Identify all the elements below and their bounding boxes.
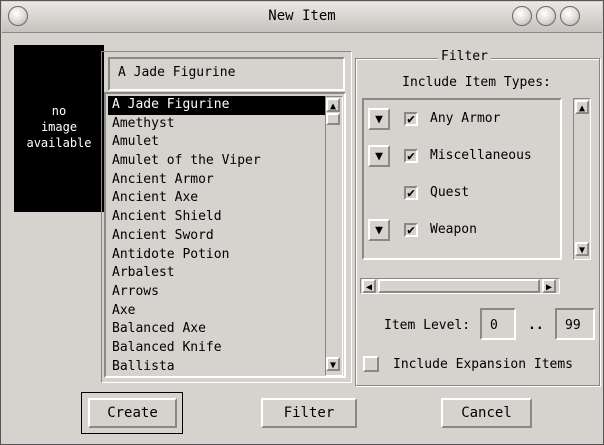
list-item[interactable]: Ancient Sword: [108, 227, 326, 246]
minimize-button[interactable]: [512, 6, 532, 26]
item-list-scrollbar[interactable]: ▲ ▼: [325, 96, 343, 376]
list-item[interactable]: Ancient Armor: [108, 171, 326, 190]
scroll-up-arrow-icon[interactable]: ▲: [326, 98, 340, 112]
filter-button[interactable]: Filter: [261, 398, 357, 428]
list-item[interactable]: Amethyst: [108, 115, 326, 134]
maximize-button[interactable]: [536, 6, 556, 26]
type-label: Miscellaneous: [430, 148, 532, 163]
title-bar[interactable]: New Item: [2, 2, 602, 33]
level-min-input[interactable]: 0: [480, 308, 516, 340]
filter-legend: Filter: [438, 49, 491, 64]
hscroll-thumb[interactable]: [378, 279, 540, 293]
item-list[interactable]: A Jade Figurine Amethyst Amulet Amulet of t…: [104, 92, 346, 378]
types-scrollbar[interactable]: ▲ ▼: [573, 98, 591, 260]
include-types-label: Include Item Types:: [402, 75, 551, 90]
level-range-separator: ..: [528, 318, 544, 333]
level-max-input[interactable]: 99: [555, 308, 595, 340]
type-label: Weapon: [430, 222, 477, 237]
list-item[interactable]: Ballista: [108, 358, 326, 377]
type-dropdown-icon[interactable]: ▼: [368, 145, 390, 167]
types-scroll-down-icon[interactable]: ▼: [575, 242, 589, 256]
list-item[interactable]: Balanced Axe: [108, 320, 326, 339]
item-types-panel: ▼ ✔ Any Armor ▼ ✔ Miscellaneous ✔ Quest ▼ ✔ Weapon: [362, 98, 562, 260]
types-hscrollbar[interactable]: ◀ ▶: [360, 278, 560, 294]
cancel-button[interactable]: Cancel: [441, 398, 532, 428]
list-item[interactable]: Axe: [108, 302, 326, 321]
placeholder-line-2: image: [40, 120, 78, 134]
type-label: Any Armor: [430, 111, 501, 126]
scroll-right-arrow-icon[interactable]: ▶: [542, 279, 556, 293]
list-item[interactable]: Arbalest: [108, 264, 326, 283]
type-label: Quest: [430, 185, 470, 200]
type-checkbox[interactable]: ✔: [404, 223, 418, 237]
item-name-field[interactable]: A Jade Figurine: [108, 57, 345, 91]
list-item[interactable]: Ancient Axe: [108, 189, 326, 208]
placeholder-line-3: available: [26, 136, 92, 150]
include-expansion-label: Include Expansion Items: [393, 357, 574, 372]
list-item[interactable]: A Jade Figurine: [108, 96, 326, 115]
scroll-down-arrow-icon[interactable]: ▼: [326, 357, 340, 371]
item-level-label: Item Level:: [384, 318, 471, 333]
close-button[interactable]: [560, 6, 580, 26]
type-dropdown-icon[interactable]: ▼: [368, 219, 390, 241]
placeholder-line-1: no: [51, 104, 67, 118]
type-checkbox[interactable]: ✔: [404, 149, 418, 163]
include-expansion-checkbox[interactable]: [363, 356, 379, 372]
create-button[interactable]: Create: [88, 398, 177, 428]
scroll-left-arrow-icon[interactable]: ◀: [362, 279, 376, 293]
list-item[interactable]: Antidote Potion: [108, 246, 326, 265]
item-list-items: A Jade Figurine Amethyst Amulet Amulet of t…: [108, 96, 326, 376]
types-scroll-up-icon[interactable]: ▲: [575, 100, 589, 114]
list-item[interactable]: Amulet of the Viper: [108, 152, 326, 171]
list-item[interactable]: Ancient Shield: [108, 208, 326, 227]
item-image-placeholder: no image available: [14, 45, 104, 212]
list-item[interactable]: Arrows: [108, 283, 326, 302]
list-item[interactable]: Amulet: [108, 133, 326, 152]
type-dropdown-icon[interactable]: ▼: [368, 108, 390, 130]
type-checkbox[interactable]: ✔: [404, 112, 418, 126]
scroll-thumb[interactable]: [326, 113, 340, 125]
list-item[interactable]: Balanced Knife: [108, 339, 326, 358]
type-checkbox[interactable]: ✔: [404, 186, 418, 200]
